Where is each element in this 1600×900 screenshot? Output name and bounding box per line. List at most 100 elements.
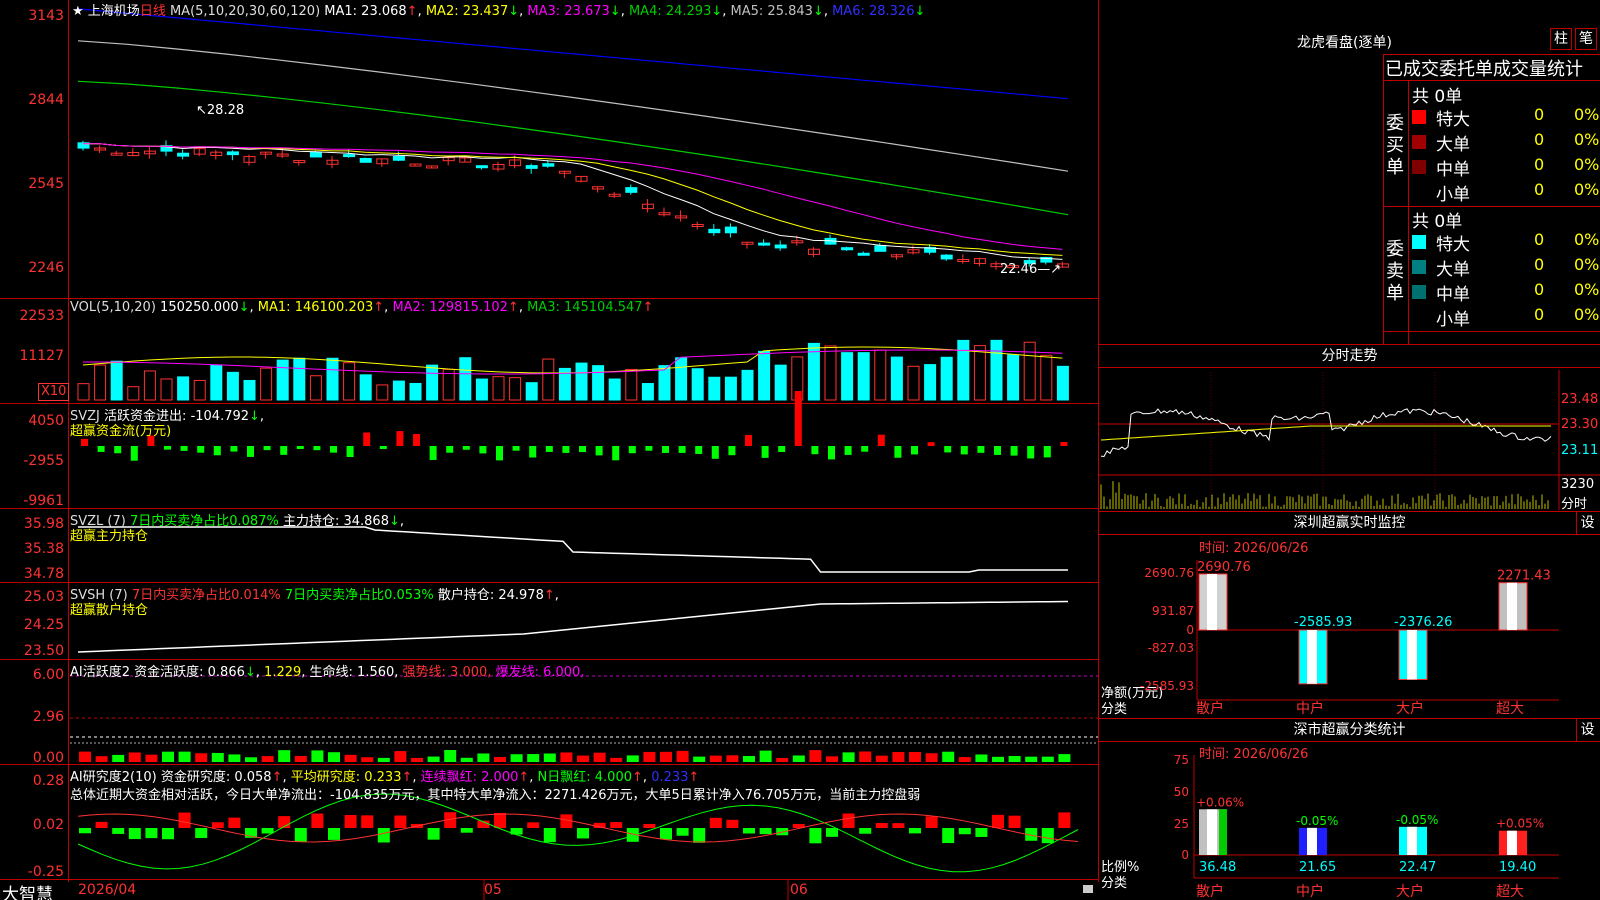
candle-body (177, 152, 190, 157)
vol-y-label: 11127 (19, 348, 64, 364)
research-bar (875, 823, 888, 828)
candle-body (392, 155, 405, 161)
ma4-value: MA4: 24.293 (628, 4, 712, 19)
research-bar (909, 828, 921, 834)
vol-title: VOL(5,10,20) (70, 300, 156, 315)
kline-chart[interactable] (0, 0, 1098, 900)
volume-bar (608, 378, 621, 401)
cls-bar-highlight (1507, 830, 1517, 855)
ai2-summary: 总体近期大资金相对活跃，今日大单净流出：-104.835万元，其中特大单净流入：… (70, 788, 921, 803)
activity-bar (460, 757, 473, 762)
brand-logo: 大智慧 (2, 885, 53, 900)
ai2-e: 0.233 (651, 770, 689, 785)
fund-flow-bar (81, 438, 88, 446)
research-bar (1041, 828, 1054, 844)
volume-bar (326, 357, 339, 401)
volume-bar (1007, 354, 1020, 401)
sz-bar-value: 2271.43 (1497, 569, 1551, 584)
activity-bar (294, 756, 307, 762)
ma1-arrow: ↑ (406, 4, 418, 19)
activity-bar (975, 754, 988, 762)
ma2-line (83, 143, 1063, 256)
research-bar (693, 828, 706, 843)
high-price-label: ↖28.28 (196, 103, 245, 118)
fund-flow-bar (612, 446, 620, 461)
volume-bar (857, 352, 870, 401)
research-bar (643, 823, 656, 828)
research-bar (676, 828, 689, 836)
cls-value: 36.48 (1199, 860, 1236, 875)
period-label[interactable]: 日线 (140, 4, 166, 19)
ai1-b: 1.229 (264, 665, 302, 680)
svsh-ratio1: 7日内买卖净占比0.014% (131, 588, 281, 603)
activity-bar (560, 752, 573, 762)
research-bar (925, 816, 938, 828)
research-bar (460, 828, 473, 833)
lock-icon[interactable] (1083, 885, 1093, 893)
favorite-star-icon[interactable]: ★ (72, 4, 84, 19)
candle-body (475, 165, 488, 169)
volume-bar (675, 357, 688, 401)
volume-bar (641, 383, 654, 401)
research-bar (328, 828, 340, 840)
activity-bar (660, 751, 672, 762)
activity-bar (1008, 755, 1021, 762)
fund-flow-bar (97, 446, 105, 452)
research-bar (577, 828, 589, 839)
volume-bar (392, 380, 405, 401)
volume-bar (127, 386, 140, 401)
research-bar (178, 812, 191, 828)
volume-bar (210, 364, 223, 401)
research-bar (1008, 815, 1021, 828)
activity-bar (510, 754, 523, 762)
svsh-ratio2: 7日内买卖净占比0.053% (284, 588, 434, 603)
svzj-y-label: 4050 (28, 413, 64, 429)
fund-flow-bar (545, 446, 553, 452)
sz-category: 超大 (1496, 701, 1524, 717)
volume-bar (774, 364, 787, 401)
fund-flow-bar (446, 446, 454, 453)
research-bar (377, 828, 390, 843)
svzl-ratio: 7日内买卖净占比0.087% (129, 514, 279, 529)
svzl-y-label: 35.38 (23, 541, 64, 557)
fund-flow-bar (761, 446, 769, 458)
research-bar (95, 821, 108, 828)
research-bar (394, 815, 407, 828)
research-bar (809, 828, 822, 844)
stock-name: 上海机场 (87, 4, 140, 19)
cls-category: 中户 (1296, 883, 1324, 900)
activity-bar (79, 751, 91, 762)
svzl-y-label: 34.78 (23, 566, 64, 582)
ma5-value: MA5: 25.843 (730, 4, 813, 19)
x-label: 06 (790, 882, 808, 898)
research-bar (709, 817, 722, 828)
research-bar (261, 828, 274, 834)
ma1-line (83, 143, 1063, 260)
vol-unit-badge[interactable]: X10 (38, 383, 70, 401)
fund-flow-bar (595, 446, 603, 456)
low-price-label: 22.46—↗ (1000, 262, 1062, 277)
fund-flow-bar (280, 446, 288, 455)
research-bar (726, 819, 739, 828)
research-bar (1058, 812, 1071, 828)
fund-flow-bar (130, 446, 138, 461)
research-bar (958, 828, 971, 835)
fund-flow-bar (844, 446, 852, 455)
right-charts: 2690.76931.870-827.03-2585.932690.76散户-2… (1099, 370, 1600, 900)
activity-bar (892, 751, 905, 762)
sz-y-label: 0 (1186, 623, 1194, 637)
fund-flow-bar (247, 446, 254, 457)
fund-flow-bar (496, 446, 503, 461)
candle-body (343, 154, 356, 158)
research-bar (992, 814, 1004, 828)
research-bar (859, 828, 872, 834)
ma3-line (83, 143, 1063, 250)
activity-bar (527, 754, 540, 762)
volume-bar (359, 374, 372, 401)
volume-bar (592, 365, 605, 401)
ai1-y-label: 0.00 (32, 750, 64, 766)
volume-bar (160, 378, 173, 401)
research-bar (427, 828, 440, 840)
sz-bar-highlight (1407, 630, 1417, 680)
activity-bar (826, 756, 838, 762)
